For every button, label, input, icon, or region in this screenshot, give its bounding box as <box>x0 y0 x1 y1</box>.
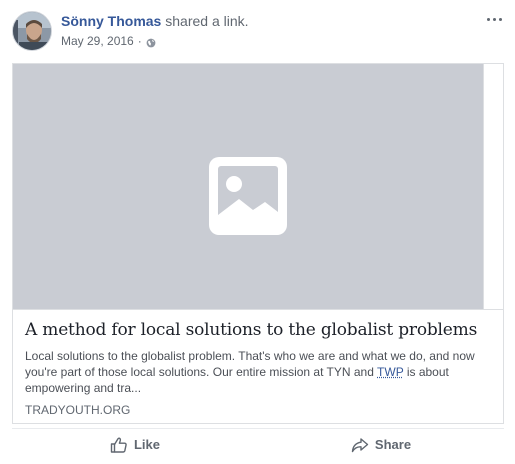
like-label: Like <box>133 437 160 452</box>
post-meta: May 29, 2016 · <box>61 33 156 49</box>
link-description-highlight[interactable]: TWP <box>377 365 403 379</box>
avatar-image <box>13 12 51 50</box>
link-preview-body[interactable]: A method for local solutions to the glob… <box>13 309 503 423</box>
link-domain: TRADYOUTH.ORG <box>25 403 131 417</box>
share-arrow-icon <box>351 437 369 452</box>
post-header-line: Sönny Thomas shared a link. <box>61 13 249 30</box>
facebook-post: Sönny Thomas shared a link. May 29, 2016… <box>0 0 515 464</box>
share-button[interactable]: Share <box>258 429 504 460</box>
avatar[interactable] <box>12 11 52 51</box>
thumbs-up-icon <box>110 436 127 453</box>
post-action-text: shared a link. <box>161 13 249 29</box>
globe-icon[interactable] <box>146 36 156 48</box>
link-preview-image[interactable] <box>13 64 483 309</box>
meta-separator: · <box>137 34 142 48</box>
more-options-icon[interactable] <box>483 11 505 27</box>
image-placeholder-icon <box>209 157 287 235</box>
link-preview-card[interactable]: A method for local solutions to the glob… <box>12 63 504 424</box>
post-date-link[interactable]: May 29, 2016 <box>61 33 134 49</box>
share-label: Share <box>374 437 412 452</box>
link-title[interactable]: A method for local solutions to the glob… <box>25 320 491 341</box>
card-image-gutter <box>483 64 503 309</box>
link-description: Local solutions to the globalist problem… <box>25 348 491 396</box>
author-name-link[interactable]: Sönny Thomas <box>61 13 161 29</box>
like-button[interactable]: Like <box>12 429 258 460</box>
post-actions-bar: Like Share <box>12 428 504 460</box>
